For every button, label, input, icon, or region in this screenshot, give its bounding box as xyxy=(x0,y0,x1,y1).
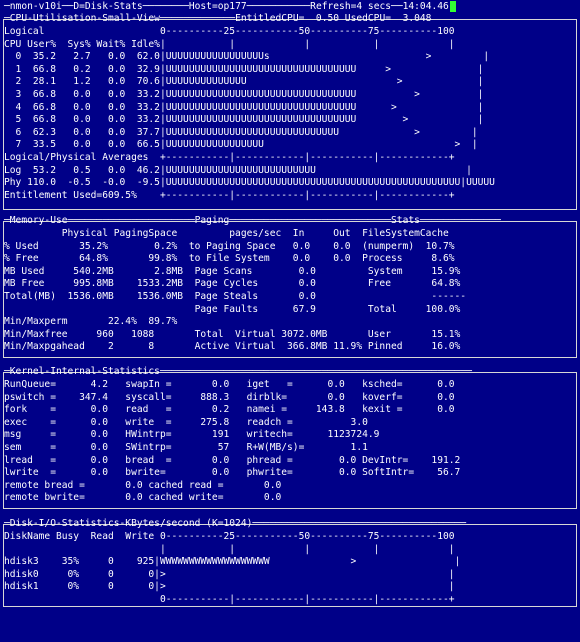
memory-header: ─Memory-Use──────────────────────Paging─… xyxy=(4,215,501,226)
memory-row: MB Free 995.8MB 1533.2MB Page Cycles 0.0… xyxy=(4,278,461,290)
kernel-row: lwrite = 0.0 bwrite= 0.0 phwrite= 0.0 So… xyxy=(4,467,461,479)
disk-row: hdisk3 35% 0 925|WWWWWWWWWWWWWWWWWWW > | xyxy=(4,556,461,568)
terminal-cursor xyxy=(449,1,456,12)
disk-header: ─Disk-I/O-Statistics-KBytes/second (K=10… xyxy=(4,518,467,529)
paging-title: Paging xyxy=(194,215,230,226)
clock: 14:04.46 xyxy=(402,1,449,12)
cpu-row: 4 66.8 0.0 0.0 33.2|UUUUUUUUUUUUUUUUUUUU… xyxy=(4,101,484,113)
disk-row: hdisk1 0% 0 0|> | xyxy=(4,581,455,593)
app-title: nmon-v10i xyxy=(9,1,62,12)
kernel-title: Kernel-Internal-Statistics xyxy=(9,366,160,377)
cpu-row: 7 33.5 0.0 0.0 66.5|UUUUUUUUUUUUUUUUU > … xyxy=(4,139,478,151)
kernel-row: RunQueue= 4.2 swapIn = 0.0 iget = 0.0 ks… xyxy=(4,379,455,390)
cpu-logical-average: Log 53.2 0.5 0.0 46.2|UUUUUUUUUUUUUUUUUU… xyxy=(4,164,472,176)
memory-row: Total(MB) 1536.0MB 1536.0MB Page Steals … xyxy=(4,291,467,302)
mode-label: D=Disk-Stats xyxy=(73,1,143,12)
cpu-column-header: CPU User% Sys% Wait% Idle%| | | | | xyxy=(4,38,455,50)
memory-row: Min/Maxperm 22.4% 89.7% xyxy=(4,316,178,328)
memory-row: % Free 64.8% 99.8% to File System 0.0 0.… xyxy=(4,253,455,265)
entitlement-used: Entitlement Used=609.5% +-----------|---… xyxy=(4,189,455,201)
cpu-row: 1 66.8 0.2 0.0 32.9|UUUUUUUUUUUUUUUUUUUU… xyxy=(4,63,484,75)
memory-title: Memory-Use xyxy=(9,215,68,226)
entitled-cpu: EntitledCPU= 0.50 UsedCPU= 3.048 xyxy=(235,13,432,24)
cpu-header: ─CPU-Utilisation-Small-View─────────────… xyxy=(4,13,432,24)
cpu-row: 6 62.3 0.0 0.0 37.7|UUUUUUUUUUUUUUUUUUUU… xyxy=(4,126,478,138)
stats-title: Stats xyxy=(391,215,420,226)
kernel-row: sem = 0.0 SWintrp= 57 R+W(MB/s)= 1.1 xyxy=(4,442,368,453)
kernel-header: ─Kernel-Internal-Statistics─────────────… xyxy=(4,366,472,377)
memory-row: % Used 35.2% 0.2% to Paging Space 0.0 0.… xyxy=(4,240,455,252)
memory-row: Page Faults 67.9 Total 100.0% xyxy=(4,303,461,315)
kernel-row: fork = 0.0 read = 0.2 namei = 143.8 kexi… xyxy=(4,404,455,416)
kernel-row: remote bread = 0.0 cached read = 0.0 xyxy=(4,479,282,491)
cpu-physical-average: Phy 110.0 -0.5 -0.0 -9.5|UUUUUUUUUUUUUUU… xyxy=(4,177,495,189)
cpu-scale: 0----------25-----------50----------75--… xyxy=(159,26,455,37)
refresh-label: Refresh=4 secs xyxy=(310,1,392,12)
disk-title: Disk-I/O-Statistics-KBytes/second (K=102… xyxy=(9,518,253,529)
cpu-row: 0 35.2 2.7 0.0 62.0|UUUUUUUUUUUUUUUUUs >… xyxy=(4,51,490,63)
cpu-title: CPU-Utilisation-Small-View xyxy=(9,13,160,24)
memory-row: Physical PagingSpace pages/sec In Out Fi… xyxy=(4,228,449,239)
cpu-row: 5 66.8 0.0 0.0 33.2|UUUUUUUUUUUUUUUUUUUU… xyxy=(4,114,484,126)
host-label: Host=op177 xyxy=(188,1,247,12)
memory-row: Min/Maxpgahead 2 8 Active Virtual 366.8M… xyxy=(4,341,461,353)
cpu-scale-line: Logical 0----------25-----------50------… xyxy=(4,26,455,39)
kernel-row: msg = 0.0 HWintrp= 191 writech= 1123724.… xyxy=(4,429,380,441)
memory-row: Min/Maxfree 960 1088 Total Virtual 3072.… xyxy=(4,328,461,340)
header-bar: ─nmon-v10i──D=Disk-Stats────────Host=op1… xyxy=(4,1,456,14)
memory-row: MB Used 540.2MB 2.8MB Page Scans 0.0 Sys… xyxy=(4,265,461,277)
disk-row: DiskName Busy Read Write 0----------25--… xyxy=(4,531,455,542)
cpu-averages-label: Logical/Physical Averages +-----------|-… xyxy=(4,152,455,163)
kernel-row: exec = 0.0 write = 275.8 readch = 3.0 xyxy=(4,416,368,428)
disk-row: 0-----------|------------|-----------|--… xyxy=(4,594,455,605)
kernel-row: remote bwrite= 0.0 cached write= 0.0 xyxy=(4,492,282,504)
kernel-row: lread = 0.0 bread = 0.0 phread = 0.0 Dev… xyxy=(4,454,461,466)
disk-row: | | | | | xyxy=(4,543,455,555)
disk-row: hdisk0 0% 0 0|> | xyxy=(4,568,455,580)
cpu-logical-label: Logical xyxy=(4,26,45,37)
cpu-row: 2 28.1 1.2 0.0 70.6|UUUUUUUUUUUUUU > | xyxy=(4,76,484,88)
cpu-row: 3 66.8 0.0 0.0 33.2|UUUUUUUUUUUUUUUUUUUU… xyxy=(4,89,484,100)
kernel-row: pswitch = 347.4 syscall= 888.3 dirblk= 0… xyxy=(4,391,455,403)
